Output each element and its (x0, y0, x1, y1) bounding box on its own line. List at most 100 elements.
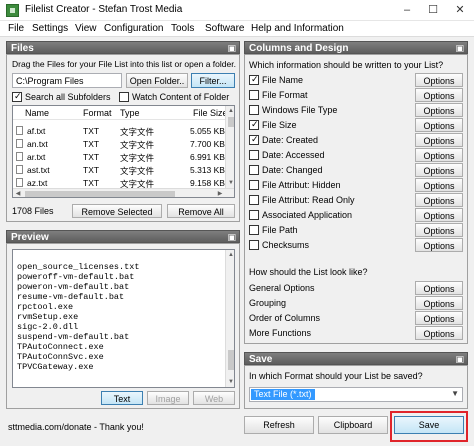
table-row[interactable]: ast.txt TXT 文字文件 5.313 KB (13, 165, 225, 177)
filter-button[interactable]: Filter... (191, 73, 235, 88)
preview-text-button[interactable]: Text (101, 391, 143, 405)
file-type: 文字文件 (120, 140, 155, 150)
column-checkbox[interactable] (249, 119, 259, 130)
column-checkbox[interactable] (249, 180, 259, 190)
scroll-down-icon[interactable]: ▼ (226, 377, 234, 387)
options-button[interactable]: Options (415, 208, 463, 222)
column-option-row: File Attribut: Read Only Options (245, 193, 467, 208)
table-row[interactable]: ar.txt TXT 文字文件 6.991 KB (13, 152, 225, 164)
preview-line: TPAutoConnSvc.exe (17, 352, 104, 362)
status-bar: sttmedia.com/donate - Thank you! Refresh… (0, 410, 474, 446)
options-button[interactable]: Options (415, 311, 463, 325)
preview-scrollbar[interactable]: ▲ ▼ (225, 250, 234, 387)
hscroll-thumb[interactable] (25, 191, 175, 197)
options-button[interactable]: Options (415, 118, 463, 132)
column-checkbox[interactable] (249, 150, 259, 160)
column-checkbox[interactable] (249, 74, 259, 85)
scroll-up-icon[interactable]: ▲ (226, 106, 234, 116)
file-list-hscrollbar[interactable]: ◀ ▶ (13, 188, 234, 197)
column-option-row: Windows File Type Options (245, 103, 467, 118)
look-option-row: Grouping Options (245, 296, 467, 311)
close-button[interactable]: ✕ (447, 0, 473, 21)
files-panel-title: Files (11, 43, 34, 54)
scroll-right-icon[interactable]: ▶ (215, 189, 225, 197)
menu-file[interactable]: File (8, 23, 24, 34)
menu-software[interactable]: Software (205, 23, 244, 34)
options-button[interactable]: Options (415, 238, 463, 252)
search-subfolders-checkbox[interactable] (12, 91, 22, 102)
open-folder-button[interactable]: Open Folder.. (126, 73, 188, 88)
options-button[interactable]: Options (415, 193, 463, 207)
column-header-type[interactable]: Type (120, 108, 140, 118)
window-title: Filelist Creator - Stefan Trost Media (25, 4, 183, 15)
file-name: af.txt (27, 126, 46, 136)
remove-all-button[interactable]: Remove All (167, 204, 235, 218)
minimize-button[interactable]: – (394, 0, 420, 21)
column-checkbox[interactable] (249, 240, 259, 250)
options-button[interactable]: Options (415, 281, 463, 295)
table-row[interactable]: an.txt TXT 文字文件 7.700 KB (13, 139, 225, 151)
file-format: TXT (83, 139, 100, 149)
column-option-row: File Name Options (245, 73, 467, 88)
options-button[interactable]: Options (415, 163, 463, 177)
menu-settings[interactable]: Settings (32, 23, 68, 34)
column-label: File Name (262, 75, 304, 85)
menu-configuration[interactable]: Configuration (104, 23, 163, 34)
options-button[interactable]: Options (415, 103, 463, 117)
column-header-name[interactable]: Name (25, 108, 49, 118)
column-header-size[interactable]: File Size (193, 108, 228, 118)
column-checkbox[interactable] (249, 210, 259, 220)
column-label: Date: Changed (262, 165, 323, 175)
search-subfolders-label: Search all Subfolders (25, 92, 111, 102)
remove-selected-button[interactable]: Remove Selected (72, 204, 162, 218)
options-button[interactable]: Options (415, 88, 463, 102)
file-type: 文字文件 (120, 153, 155, 163)
format-select[interactable]: Text File (*.txt) ▼ (249, 387, 463, 402)
column-checkbox[interactable] (249, 90, 259, 100)
donate-link[interactable]: sttmedia.com/donate - Thank you! (8, 422, 144, 432)
maximize-button[interactable]: ☐ (420, 0, 446, 21)
file-count: 1708 Files (12, 206, 54, 216)
column-header-format[interactable]: Format (83, 108, 112, 118)
preview-line: sigc-2.0.dll (17, 322, 79, 332)
preview-image-button[interactable]: Image (147, 391, 189, 405)
column-checkbox[interactable] (249, 195, 259, 205)
clipboard-button[interactable]: Clipboard (318, 416, 388, 434)
file-list-scrollbar[interactable]: ▲ ▼ (225, 106, 234, 188)
scroll-up-icon[interactable]: ▲ (226, 250, 234, 260)
table-row[interactable]: af.txt TXT 文字文件 5.055 KB (13, 126, 225, 138)
options-button[interactable]: Options (415, 178, 463, 192)
chevron-down-icon[interactable]: ▼ (451, 389, 459, 398)
menu-tools[interactable]: Tools (171, 23, 194, 34)
file-icon (16, 178, 23, 187)
scroll-left-icon[interactable]: ◀ (13, 189, 23, 197)
options-button[interactable]: Options (415, 326, 463, 340)
folder-path-input[interactable]: C:\Program Files (12, 73, 122, 88)
save-button[interactable]: Save (394, 416, 464, 434)
preview-text-area[interactable]: open_source_licenses.txt poweroff-vm-def… (12, 249, 235, 388)
column-checkbox[interactable] (249, 134, 259, 145)
save-panel-header: Save ▣ (244, 352, 468, 365)
watch-content-checkbox[interactable] (119, 92, 129, 102)
column-label: Windows File Type (262, 105, 338, 115)
save-panel-title: Save (249, 354, 273, 365)
menu-help[interactable]: Help and Information (251, 23, 344, 34)
scroll-thumb[interactable] (228, 117, 234, 127)
options-button[interactable]: Options (415, 133, 463, 147)
menu-view[interactable]: View (75, 23, 97, 34)
refresh-button[interactable]: Refresh (244, 416, 314, 434)
column-checkbox[interactable] (249, 225, 259, 235)
options-button[interactable]: Options (415, 296, 463, 310)
options-button[interactable]: Options (415, 223, 463, 237)
file-size: 7.700 KB (190, 139, 225, 149)
scroll-thumb[interactable] (228, 350, 234, 370)
preview-web-button[interactable]: Web (193, 391, 235, 405)
column-checkbox[interactable] (249, 105, 259, 115)
columns-question: Which information should be written to y… (249, 60, 444, 70)
file-format: TXT (83, 178, 100, 188)
column-checkbox[interactable] (249, 165, 259, 175)
options-button[interactable]: Options (415, 73, 463, 87)
options-button[interactable]: Options (415, 148, 463, 162)
file-list[interactable]: Name Format Type File Size af.txt TXT 文字… (12, 105, 235, 198)
scroll-down-icon[interactable]: ▼ (226, 178, 234, 188)
